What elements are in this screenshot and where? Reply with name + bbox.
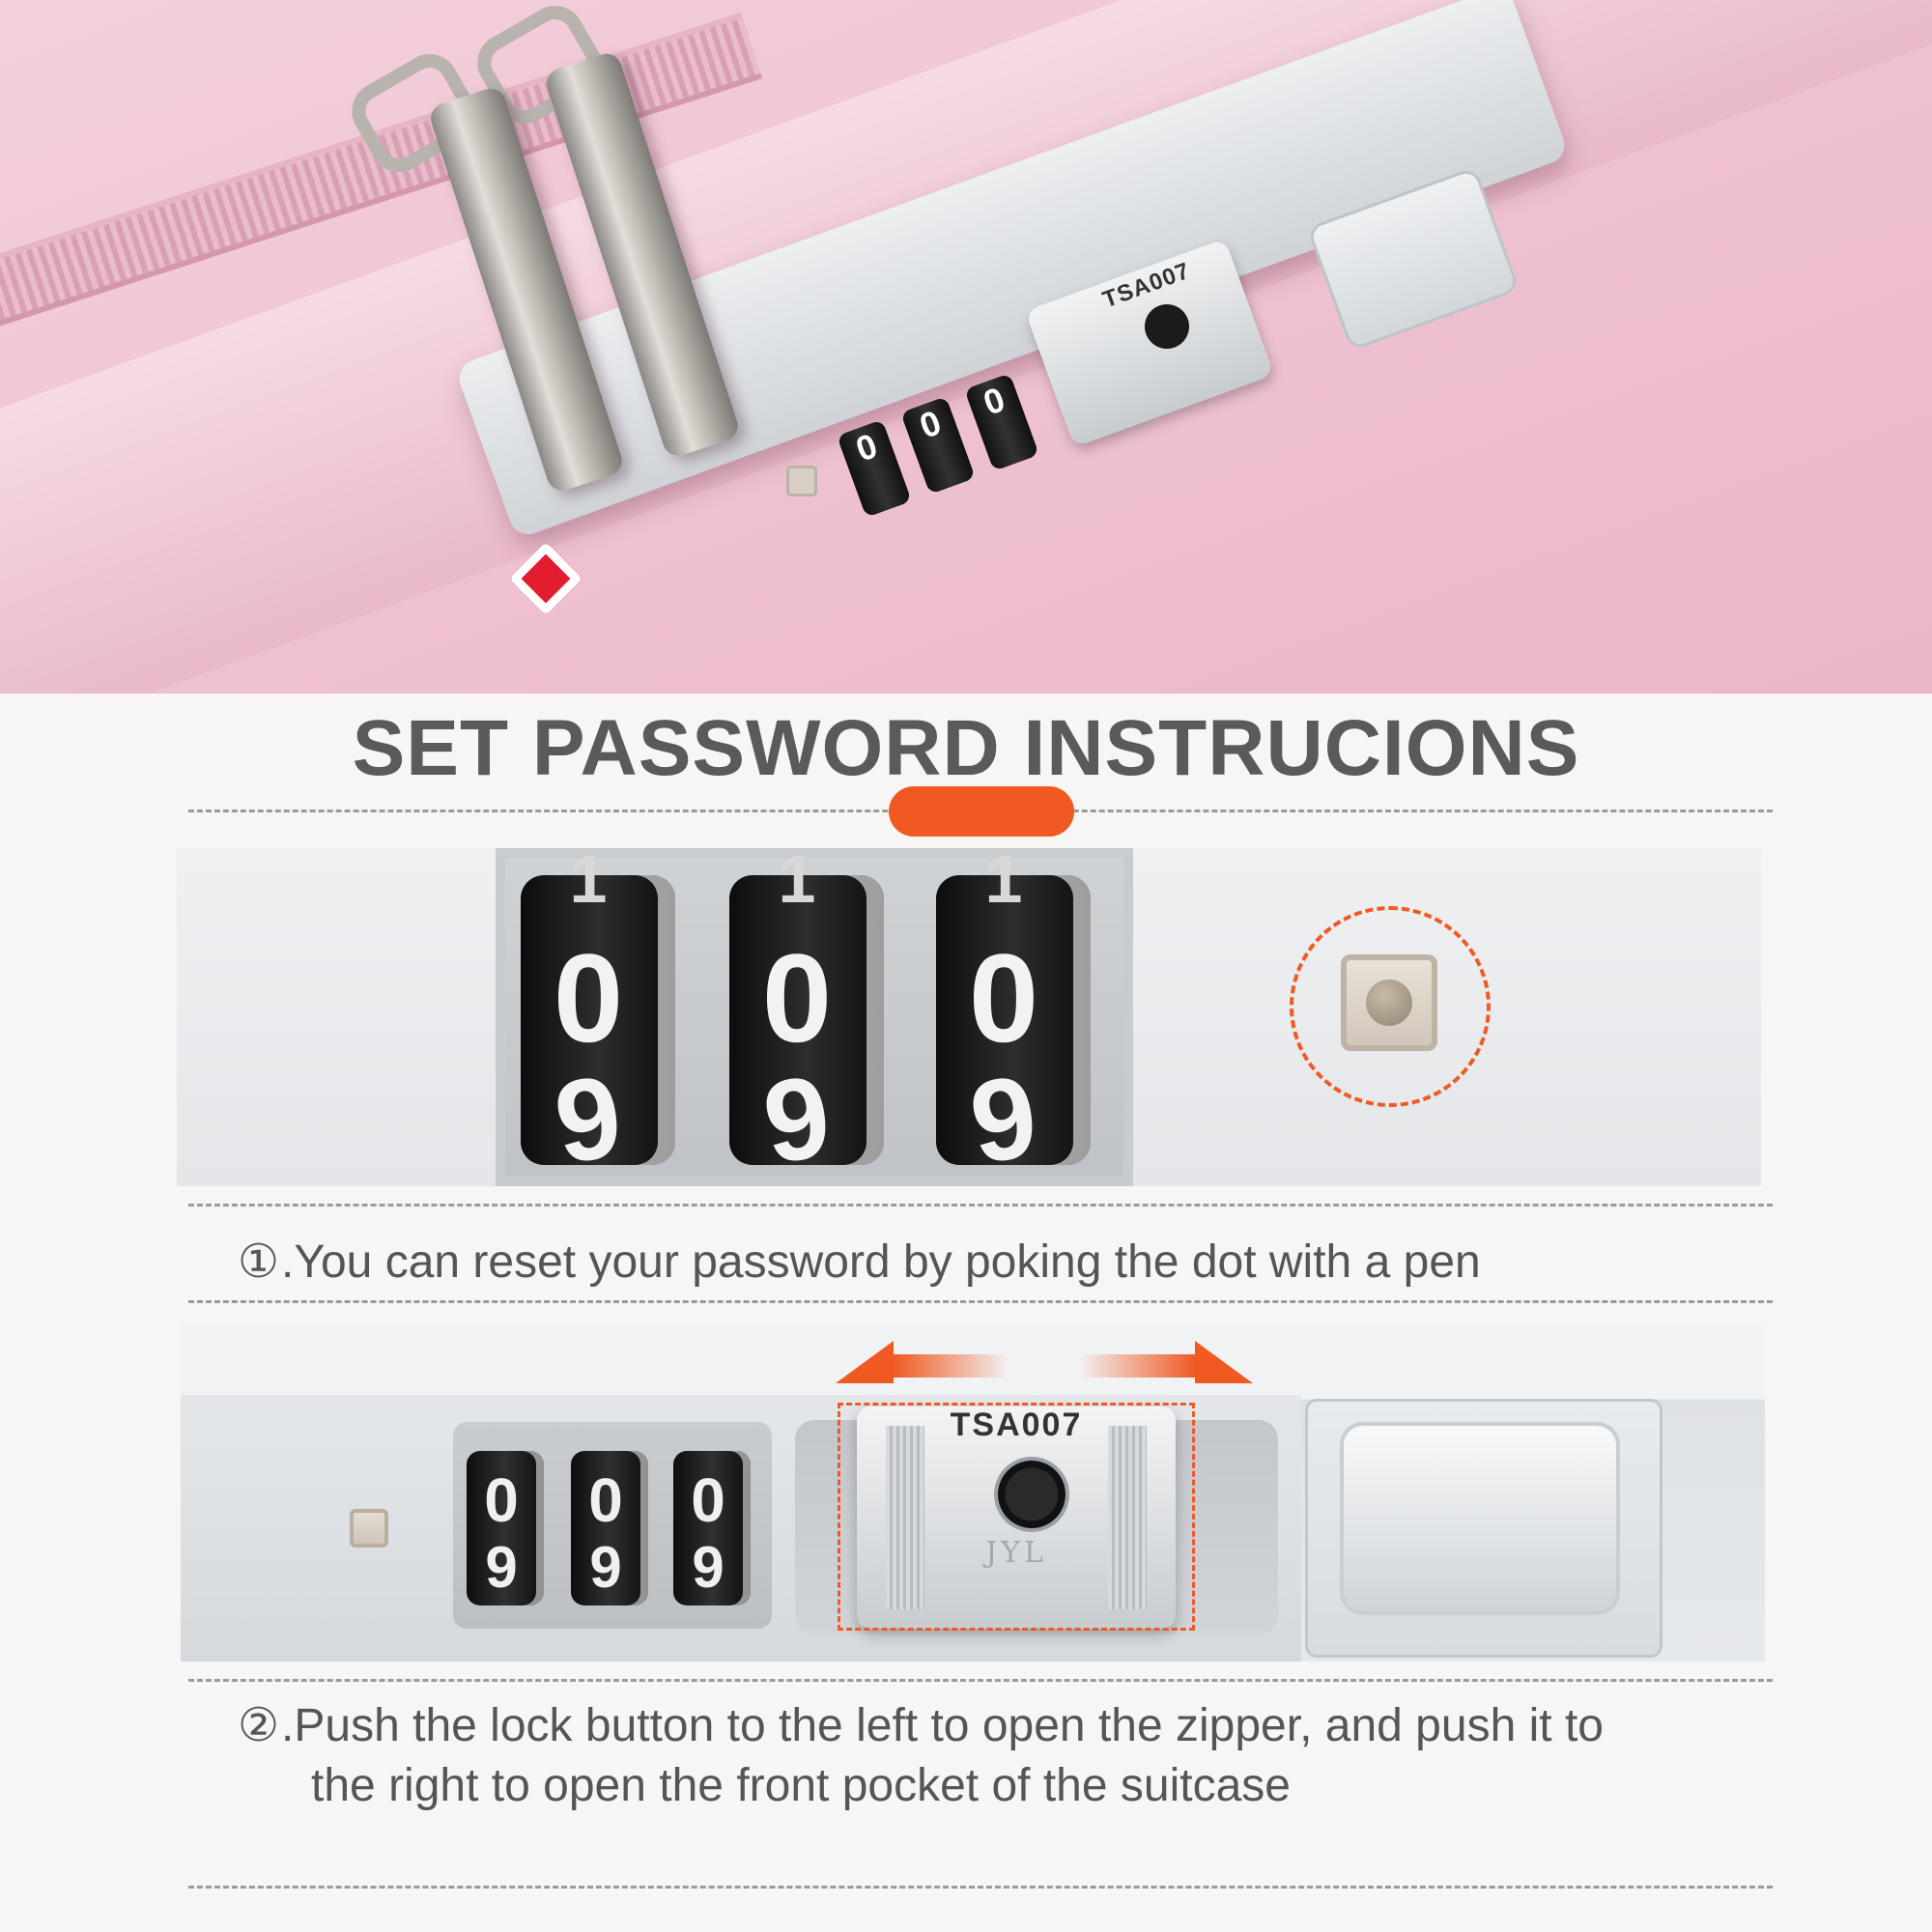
front-pocket-latch	[1340, 1422, 1620, 1615]
step-2-number: ②	[238, 1700, 280, 1751]
step-1-number: ①	[238, 1236, 280, 1288]
reset-button[interactable]	[1341, 954, 1437, 1051]
slider-highlight-box	[838, 1403, 1195, 1631]
panel-dials-closeup: 1 0 9 1 0 9 1 0 9	[177, 848, 1761, 1186]
panel-slider-lock: 0 9 0 9 0 9 TSA007 JYL	[181, 1325, 1765, 1662]
divider-1a	[188, 1204, 1773, 1207]
reset-dot[interactable]	[350, 1509, 388, 1548]
small-dial-2[interactable]: 0 9	[571, 1451, 648, 1605]
title-accent-pill	[889, 786, 1074, 837]
divider-2b	[188, 1886, 1773, 1889]
step-1-text: ①.You can reset your password by poking …	[238, 1236, 1481, 1288]
hero-keyhole-icon	[1145, 304, 1189, 349]
divider-1b	[188, 1300, 1773, 1303]
step-2-text: ②.Push the lock button to the left to op…	[238, 1700, 1604, 1811]
divider-2a	[188, 1679, 1773, 1682]
hero-reset-dot	[786, 466, 817, 497]
small-dial-1[interactable]: 0 9	[467, 1451, 544, 1605]
hero-dial-2: 0	[900, 396, 976, 495]
dial-2: 1 0 9	[729, 848, 884, 1186]
dial-housing: 1 0 9 1 0 9 1 0 9	[496, 848, 1133, 1186]
dial-1: 1 0 9	[521, 848, 675, 1186]
hero-dial-1: 0	[837, 419, 912, 518]
dial-3: 1 0 9	[936, 848, 1091, 1186]
small-dial-3[interactable]: 0 9	[673, 1451, 751, 1605]
page-title: SET PASSWORD INSTRUCIONS	[352, 704, 1580, 792]
arrow-right-icon	[1079, 1341, 1253, 1383]
suitcase-photo: 0 0 0 TSA007	[0, 0, 1932, 694]
arrow-left-icon	[836, 1341, 1009, 1383]
hero-dial-3: 0	[964, 373, 1039, 471]
